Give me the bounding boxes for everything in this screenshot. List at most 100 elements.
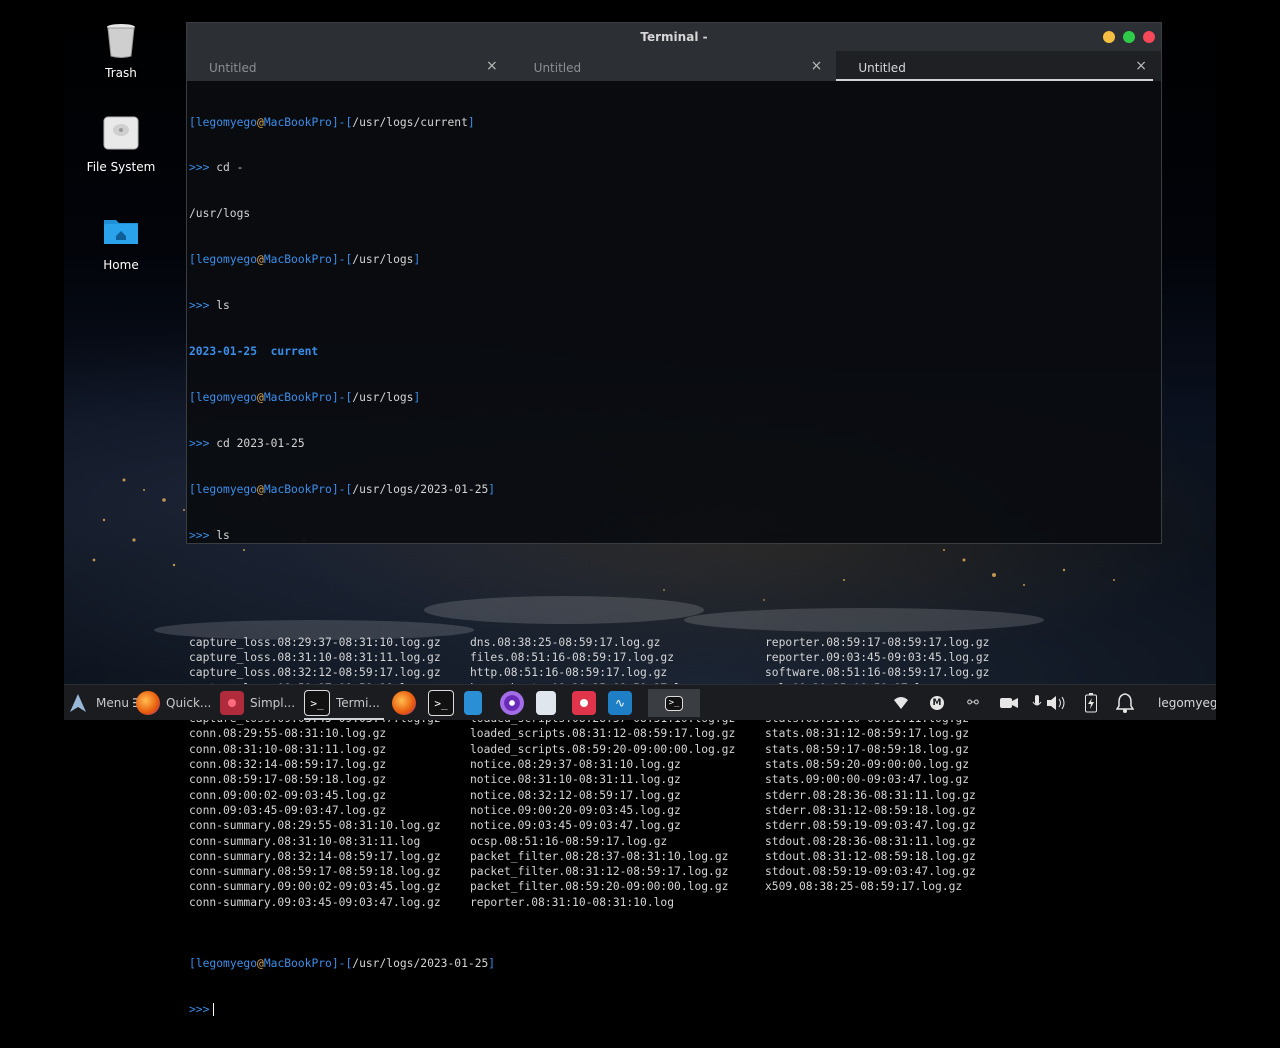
file-name: notice.08:32:12-08:59:17.log.gz <box>470 788 681 802</box>
text-editor-icon <box>464 691 482 715</box>
tab-close-icon[interactable]: × <box>486 58 498 74</box>
file-name: reporter.09:03:45-09:03:45.log.gz <box>765 650 990 664</box>
launcher-monitor[interactable]: ∿ <box>608 689 632 717</box>
desktop-icon-filesystem[interactable]: File System <box>71 114 171 174</box>
file-name: reporter.08:31:10-08:31:10.log <box>470 895 675 909</box>
tab-label: Untitled <box>533 61 582 75</box>
file-name: notice.08:29:37-08:31:10.log.gz <box>470 758 681 772</box>
system-monitor-icon: ∿ <box>608 691 632 715</box>
tab-untitled-3[interactable]: Untitled × <box>836 51 1162 81</box>
terminal-output[interactable]: [legomyego@MacBookPro]-[/usr/logs/curren… <box>189 84 1159 1017</box>
file-name: conn.09:00:02-09:03:45.log.gz <box>189 788 387 802</box>
launcher-podcast[interactable] <box>500 689 524 717</box>
title-bar[interactable]: Terminal - <box>187 23 1161 51</box>
file-name: conn-summary.09:03:45-09:03:47.log.gz <box>189 895 441 909</box>
file-name: loaded_scripts.08:59:20-09:00:00.log.gz <box>470 742 736 756</box>
minimize-button[interactable] <box>1103 31 1115 43</box>
file-name: stdout.08:31:12-08:59:18.log.gz <box>765 849 976 863</box>
tab-close-icon[interactable]: × <box>1135 58 1147 74</box>
workspace-terminal[interactable]: >_ <box>648 689 700 717</box>
file-name: capture_loss.08:31:10-08:31:11.log.gz <box>189 650 441 664</box>
desktop-icon-trash[interactable]: Trash <box>71 20 171 80</box>
taskbar: Menu ☰ Quick... Simpl... >_ Termi... >_ … <box>64 684 1225 720</box>
taskbar-app-quick[interactable]: Quick... <box>136 689 211 717</box>
file-row: conn-summary.08:32:14-08:59:17.log.gz pac… <box>189 849 1159 864</box>
file-name: stdout.08:59:19-09:03:47.log.gz <box>765 865 976 879</box>
file-row: conn-summary.08:59:17-08:59:18.log.gz pac… <box>189 864 1159 879</box>
taskbar-app-label: Simpl... <box>250 696 296 710</box>
file-row: capture_loss.08:32:12-08:59:17.log.gz htt… <box>189 665 1159 680</box>
file-name: packet_filter.08:28:37-08:31:10.log.gz <box>470 849 729 863</box>
battery-icon[interactable] <box>1080 692 1102 714</box>
file-name: notice.09:03:45-09:03:47.log.gz <box>470 819 681 833</box>
file-name: conn.09:03:45-09:03:47.log.gz <box>189 803 387 817</box>
file-listing: capture_loss.08:29:37-08:31:10.log.gz dns… <box>189 589 1159 910</box>
file-name: conn-summary.08:59:17-08:59:18.log.gz <box>189 865 441 879</box>
file-row: conn-summary.09:00:02-09:03:45.log.gz pac… <box>189 879 1159 894</box>
terminal-icon: >_ <box>428 690 454 716</box>
file-name: conn-summary.08:31:10-08:31:11.log <box>189 834 421 848</box>
maximize-button[interactable] <box>1123 31 1135 43</box>
file-name: conn-summary.09:00:02-09:03:45.log.gz <box>189 880 441 894</box>
output-line: 2023-01-25 current <box>189 345 319 359</box>
file-name: x509.08:38:25-08:59:17.log.gz <box>765 880 963 894</box>
file-name: notice.09:00:20-09:03:45.log.gz <box>470 803 681 817</box>
file-name: stats.08:59:20-09:00:00.log.gz <box>765 758 970 772</box>
mail-icon[interactable]: M <box>926 692 948 714</box>
tab-untitled-1[interactable]: Untitled × <box>187 51 512 81</box>
microphone-icon[interactable] <box>1026 692 1048 714</box>
output-line: /usr/logs <box>189 207 251 221</box>
menu-label: Menu <box>96 696 129 710</box>
taskbar-app-terminal[interactable]: >_ Termi... <box>304 689 386 717</box>
file-row: conn.09:00:02-09:03:45.log.gz notice.08:3… <box>189 788 1159 803</box>
launcher-editor[interactable] <box>464 689 482 717</box>
file-name: stats.08:59:17-08:59:18.log.gz <box>765 742 970 756</box>
close-button[interactable] <box>1143 31 1155 43</box>
tab-close-icon[interactable]: × <box>811 58 823 74</box>
terminal-icon: >_ <box>304 690 330 716</box>
recorder-icon <box>220 691 244 715</box>
desktop-icon-home[interactable]: Home <box>71 212 171 272</box>
notification-bell-icon[interactable] <box>1114 692 1136 714</box>
tab-untitled-2[interactable]: Untitled × <box>512 51 837 81</box>
launcher-firefox[interactable] <box>392 689 416 717</box>
file-name: conn.08:32:14-08:59:17.log.gz <box>189 758 387 772</box>
drive-icon <box>101 114 141 154</box>
terminal-icon: >_ <box>665 695 683 711</box>
username-label[interactable]: legomyego <box>1158 696 1225 710</box>
podcast-icon <box>500 691 524 715</box>
home-folder-icon <box>101 212 141 252</box>
file-name: capture_loss.08:29:37-08:31:10.log.gz <box>189 635 441 649</box>
file-row: conn-summary.09:03:45-09:03:47.log.gz rep… <box>189 895 1159 910</box>
file-row: conn-summary.08:31:10-08:31:11.log ocsp.0… <box>189 834 1159 849</box>
desktop-icon-label: File System <box>86 160 156 174</box>
file-name: ocsp.08:51:16-08:59:17.log.gz <box>470 834 668 848</box>
camera-icon[interactable] <box>998 692 1020 714</box>
firefox-icon <box>392 691 416 715</box>
firefox-icon <box>136 691 160 715</box>
launcher-recorder[interactable] <box>572 689 596 717</box>
command-line: >>> cd - <box>189 161 244 175</box>
file-row: capture_loss.08:29:37-08:31:10.log.gz dns… <box>189 635 1159 650</box>
volume-icon[interactable] <box>1046 692 1068 714</box>
file-name: stats.08:31:12-08:59:17.log.gz <box>765 727 970 741</box>
launcher-terminal[interactable]: >_ <box>428 689 454 717</box>
command-line: >>> cd 2023-01-25 <box>189 436 305 450</box>
file-row: conn.08:32:14-08:59:17.log.gz notice.08:2… <box>189 757 1159 772</box>
file-name: http.08:51:16-08:59:17.log.gz <box>470 666 668 680</box>
desktop-icon-label: Home <box>103 258 139 272</box>
taskbar-app-simple[interactable]: Simpl... <box>220 689 295 717</box>
wifi-icon[interactable] <box>890 692 912 714</box>
start-menu-button[interactable]: Menu ☰ <box>66 689 143 717</box>
launcher-notes[interactable] <box>536 689 556 717</box>
notes-icon <box>536 691 556 715</box>
file-row: conn.08:31:10-08:31:11.log.gz loaded_scri… <box>189 742 1159 757</box>
file-name: stdout.08:28:36-08:31:11.log.gz <box>765 834 976 848</box>
file-name: software.08:51:16-08:59:17.log.gz <box>765 666 990 680</box>
file-name: loaded_scripts.08:31:12-08:59:17.log.gz <box>470 727 736 741</box>
file-name: dns.08:38:25-08:59:17.log.gz <box>470 635 661 649</box>
file-name: conn-summary.08:32:14-08:59:17.log.gz <box>189 849 441 863</box>
usb-icon[interactable]: ⚯ <box>962 692 984 714</box>
file-name: conn-summary.08:29:55-08:31:10.log.gz <box>189 819 441 833</box>
active-command-line[interactable]: >>> <box>189 1002 1159 1017</box>
